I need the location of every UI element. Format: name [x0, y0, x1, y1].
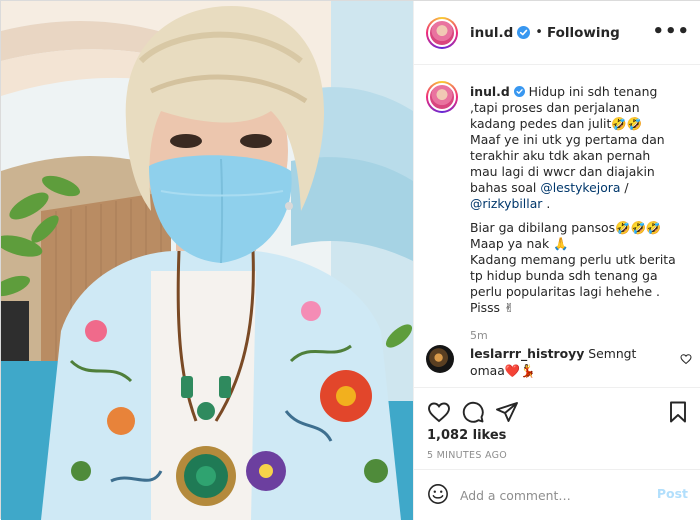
caption-line: Maap ya nak 🙏	[470, 236, 569, 251]
caption-line: tp hidup bunda sdh tenang ga	[470, 268, 658, 283]
mention-link[interactable]: @lestykejora	[540, 180, 620, 195]
caption-line-text: .	[542, 196, 551, 211]
caption-line: inul.d Hidup ini sdh tenang	[470, 84, 688, 100]
comment-text: leslarrr_histroyy Semngt omaa❤️💃	[470, 345, 670, 379]
commenter-avatar[interactable]	[426, 345, 454, 373]
caption-line: ,tapi proses dan perjalanan	[470, 100, 640, 115]
following-button[interactable]: Following	[547, 25, 620, 41]
author-username[interactable]: inul.d	[470, 25, 513, 41]
separator-dot: •	[535, 25, 543, 40]
post-sidebar: inul.d • Following ••• inul.d Hidup ini …	[413, 1, 700, 520]
post-header: inul.d • Following •••	[414, 1, 700, 65]
caption-line: Biar ga dibilang pansos🤣🤣🤣	[470, 220, 662, 235]
post-photo[interactable]	[1, 1, 413, 520]
comment-input[interactable]	[460, 485, 646, 505]
caption-avatar[interactable]	[426, 81, 458, 113]
caption-line-text: Hidup ini sdh tenang	[528, 84, 658, 99]
commenter-username[interactable]: leslarrr_histroyy	[470, 346, 584, 361]
comment-like-heart-icon[interactable]	[680, 353, 692, 365]
caption-username[interactable]: inul.d	[470, 84, 510, 99]
more-options-icon[interactable]: •••	[652, 23, 690, 41]
comment-bubble-icon[interactable]	[461, 400, 485, 424]
paper-plane-icon[interactable]	[495, 400, 519, 424]
post-timestamp[interactable]: 5 MINUTES AGO	[427, 450, 507, 461]
comment-item: leslarrr_histroyy Semngt omaa❤️💃	[426, 345, 696, 381]
post-image	[1, 1, 413, 520]
caption-line: terakhir aku tdk akan pernah	[470, 148, 651, 163]
caption-text: inul.d Hidup ini sdh tenang ,tapi proses…	[470, 84, 688, 344]
verified-badge-icon	[517, 26, 531, 39]
author-avatar[interactable]	[426, 16, 458, 49]
post-comment-button[interactable]: Post	[657, 486, 688, 501]
caption-line: Pisss ✌	[470, 300, 515, 315]
caption-line-text: /	[620, 180, 629, 195]
verified-badge-icon	[513, 86, 525, 97]
heart-icon[interactable]	[427, 400, 451, 424]
caption-line: perlu popularitas lagi hehehe .	[470, 284, 660, 299]
post-actions: 1,082 likes 5 MINUTES AGO	[414, 387, 700, 477]
caption-line: Kadang memang perlu utk berita	[470, 252, 676, 267]
caption-line: @rizkybillar .	[470, 196, 688, 212]
caption-timestamp[interactable]: 5m	[470, 328, 688, 344]
caption-line: mau lagi di wwcr dan diajakin	[470, 164, 655, 179]
instagram-post: inul.d • Following ••• inul.d Hidup ini …	[0, 0, 700, 520]
mention-link[interactable]: @rizkybillar	[470, 196, 542, 211]
caption-line-text: bahas soal	[470, 180, 541, 195]
caption-line: kadang pedes dan julit🤣🤣	[470, 116, 643, 131]
emoji-icon[interactable]	[427, 483, 449, 505]
bookmark-icon[interactable]	[666, 400, 690, 424]
caption-line: bahas soal @lestykejora /	[470, 180, 688, 196]
likes-count[interactable]: 1,082 likes	[427, 428, 506, 443]
caption-line: Maaf ye ini utk yg pertama dan	[470, 132, 665, 147]
add-comment-bar: Post	[414, 469, 700, 520]
